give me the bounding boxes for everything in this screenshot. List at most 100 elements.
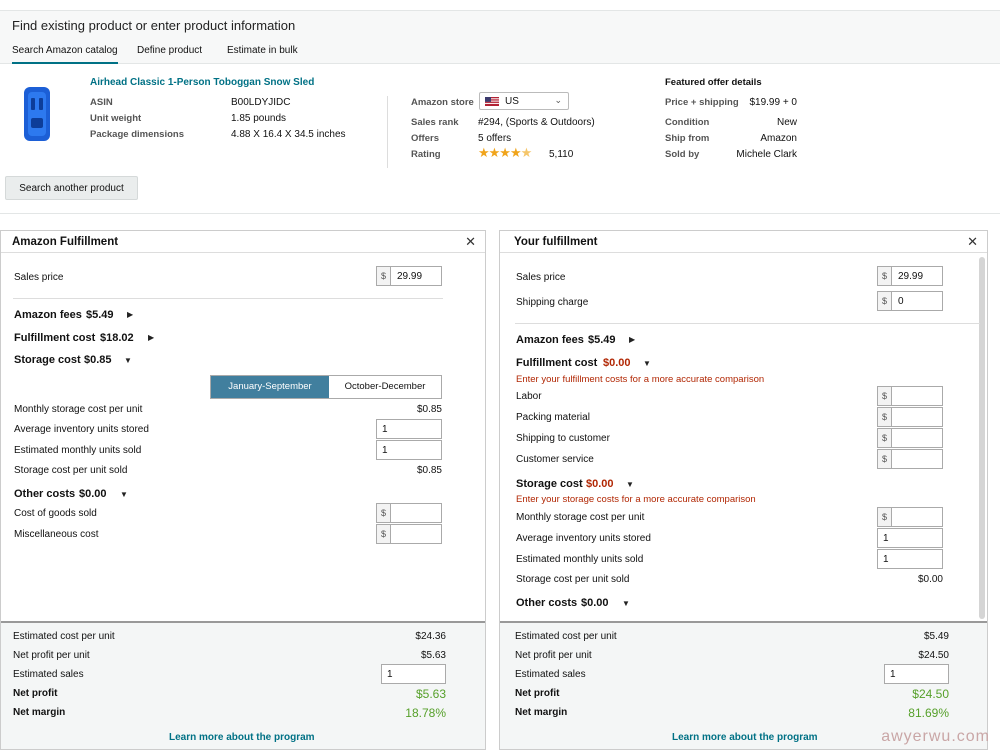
shipping-charge-label: Shipping charge [516, 297, 589, 308]
net-margin-label: Net margin [515, 707, 568, 718]
sold-by-value: Michele Clark [736, 149, 797, 160]
currency-symbol: $ [377, 267, 391, 285]
package-dimensions-value: 4.88 X 16.4 X 34.5 inches [231, 129, 346, 140]
storage-cost-label: Storage cost [516, 478, 583, 490]
expand-arrow-icon[interactable]: ▶ [148, 333, 154, 342]
est-sales-label: Estimated sales [515, 669, 586, 680]
storage-per-unit-label: Storage cost per unit sold [14, 465, 128, 476]
tab-search-catalog[interactable]: Search Amazon catalog [12, 45, 118, 64]
misc-cost-input[interactable]: $ [376, 524, 442, 544]
avg-inventory-label: Average inventory units stored [14, 424, 149, 435]
season-jan-sep-button[interactable]: January-September [211, 376, 329, 398]
fulfillment-cost-value: $18.02 [100, 332, 134, 344]
panel-title: Your fulfillment [514, 236, 598, 248]
us-flag-icon [485, 97, 499, 106]
est-cost-label: Estimated cost per unit [515, 631, 617, 642]
currency-symbol: $ [878, 429, 892, 447]
net-profit-unit-value: $24.50 [918, 650, 949, 661]
collapse-arrow-icon[interactable]: ▼ [643, 359, 651, 368]
collapse-arrow-icon[interactable]: ▼ [622, 599, 630, 608]
sold-by-label: Sold by [665, 149, 700, 160]
net-profit-value: $5.63 [415, 687, 446, 701]
est-cost-label: Estimated cost per unit [13, 631, 115, 642]
learn-more-link[interactable]: Learn more about the program [672, 732, 818, 743]
misc-cost-label: Miscellaneous cost [14, 529, 99, 540]
amazon-store-select[interactable]: US ⌄ [479, 92, 569, 110]
divider [13, 298, 443, 299]
monthly-storage-input[interactable]: $ [877, 507, 943, 527]
net-profit-unit-value: $5.63 [420, 650, 446, 661]
est-monthly-sold-value: 1 [382, 445, 388, 456]
sales-price-value: 29.99 [397, 271, 423, 282]
shipping-to-customer-input[interactable]: $ [877, 428, 943, 448]
packing-material-label: Packing material [516, 412, 590, 423]
storage-cost-value: $0.00 [586, 478, 614, 490]
labor-input[interactable]: $ [877, 386, 943, 406]
amazon-fees-label: Amazon fees [14, 309, 82, 321]
est-monthly-sold-input[interactable]: 1 [877, 549, 943, 569]
sales-price-label: Sales price [516, 272, 566, 283]
tab-define-product[interactable]: Define product [137, 45, 202, 62]
avg-inventory-value: 1 [883, 533, 889, 544]
storage-per-unit-value: $0.85 [416, 465, 442, 476]
unit-weight-label: Unit weight [90, 113, 142, 124]
shipping-charge-input[interactable]: $ 0 [877, 291, 943, 311]
est-sales-input[interactable]: 1 [884, 664, 949, 684]
panel-title: Amazon Fulfillment [12, 236, 119, 248]
est-sales-value: 1 [890, 669, 896, 680]
season-oct-dec-button[interactable]: October-December [329, 376, 441, 398]
sales-price-input[interactable]: $ 29.99 [376, 266, 442, 286]
star-rating-icon: ★★★★★ [478, 145, 532, 160]
net-profit-unit-label: Net profit per unit [13, 650, 90, 661]
shipping-to-customer-label: Shipping to customer [516, 433, 610, 444]
panel-header: Amazon Fulfillment ✕ [1, 231, 485, 253]
cogs-input[interactable]: $ [376, 503, 442, 523]
offers-value[interactable]: 5 offers [478, 133, 511, 144]
ship-from-value: Amazon [760, 133, 797, 144]
est-monthly-sold-input[interactable]: 1 [376, 440, 442, 460]
sales-rank-label: Sales rank [411, 117, 459, 128]
monthly-storage-value: $0.85 [416, 404, 442, 415]
labor-label: Labor [516, 391, 542, 402]
fulfillment-cost-label: Fulfillment cost [516, 357, 598, 369]
packing-material-input[interactable]: $ [877, 407, 943, 427]
amazon-fulfillment-panel: Amazon Fulfillment ✕ Sales price $ 29.99… [0, 230, 486, 750]
search-another-product-button[interactable]: Search another product [5, 176, 138, 200]
avg-inventory-input[interactable]: 1 [376, 419, 442, 439]
currency-symbol: $ [878, 387, 892, 405]
collapse-arrow-icon[interactable]: ▼ [124, 356, 132, 365]
currency-symbol: $ [878, 292, 892, 310]
est-cost-value: $5.49 [923, 631, 949, 642]
rating-label: Rating [411, 149, 441, 160]
season-toggle: January-September October-December [210, 375, 442, 399]
tab-estimate-bulk[interactable]: Estimate in bulk [227, 45, 298, 62]
collapse-arrow-icon[interactable]: ▼ [626, 480, 634, 489]
close-icon[interactable]: ✕ [967, 234, 978, 250]
close-icon[interactable]: ✕ [465, 234, 476, 250]
avg-inventory-input[interactable]: 1 [877, 528, 943, 548]
price-shipping-value: $19.99 + 0 [749, 97, 797, 108]
monthly-storage-label: Monthly storage cost per unit [516, 512, 645, 523]
summary-footer: Estimated cost per unit $24.36 Net profi… [1, 621, 485, 749]
currency-symbol: $ [377, 525, 391, 543]
product-name-link[interactable]: Airhead Classic 1-Person Toboggan Snow S… [90, 77, 314, 88]
est-sales-input[interactable]: 1 [381, 664, 446, 684]
customer-service-input[interactable]: $ [877, 449, 943, 469]
other-costs-label: Other costs [516, 597, 578, 609]
learn-more-link[interactable]: Learn more about the program [169, 732, 315, 743]
storage-cost-value: $0.85 [84, 354, 112, 366]
expand-arrow-icon[interactable]: ▶ [127, 310, 133, 319]
est-monthly-sold-value: 1 [883, 554, 889, 565]
expand-arrow-icon[interactable]: ▶ [629, 335, 635, 344]
sales-price-label: Sales price [14, 272, 64, 283]
asin-value: B00LDYJIDC [231, 97, 291, 108]
collapse-arrow-icon[interactable]: ▼ [120, 490, 128, 499]
sales-price-input[interactable]: $ 29.99 [877, 266, 943, 286]
fulfillment-note: Enter your fulfillment costs for a more … [516, 374, 765, 385]
product-image [24, 87, 50, 141]
currency-symbol: $ [878, 508, 892, 526]
scrollbar[interactable] [979, 257, 985, 619]
storage-note: Enter your storage costs for a more accu… [516, 494, 756, 505]
est-cost-value: $24.36 [415, 631, 446, 642]
net-profit-label: Net profit [13, 688, 58, 699]
